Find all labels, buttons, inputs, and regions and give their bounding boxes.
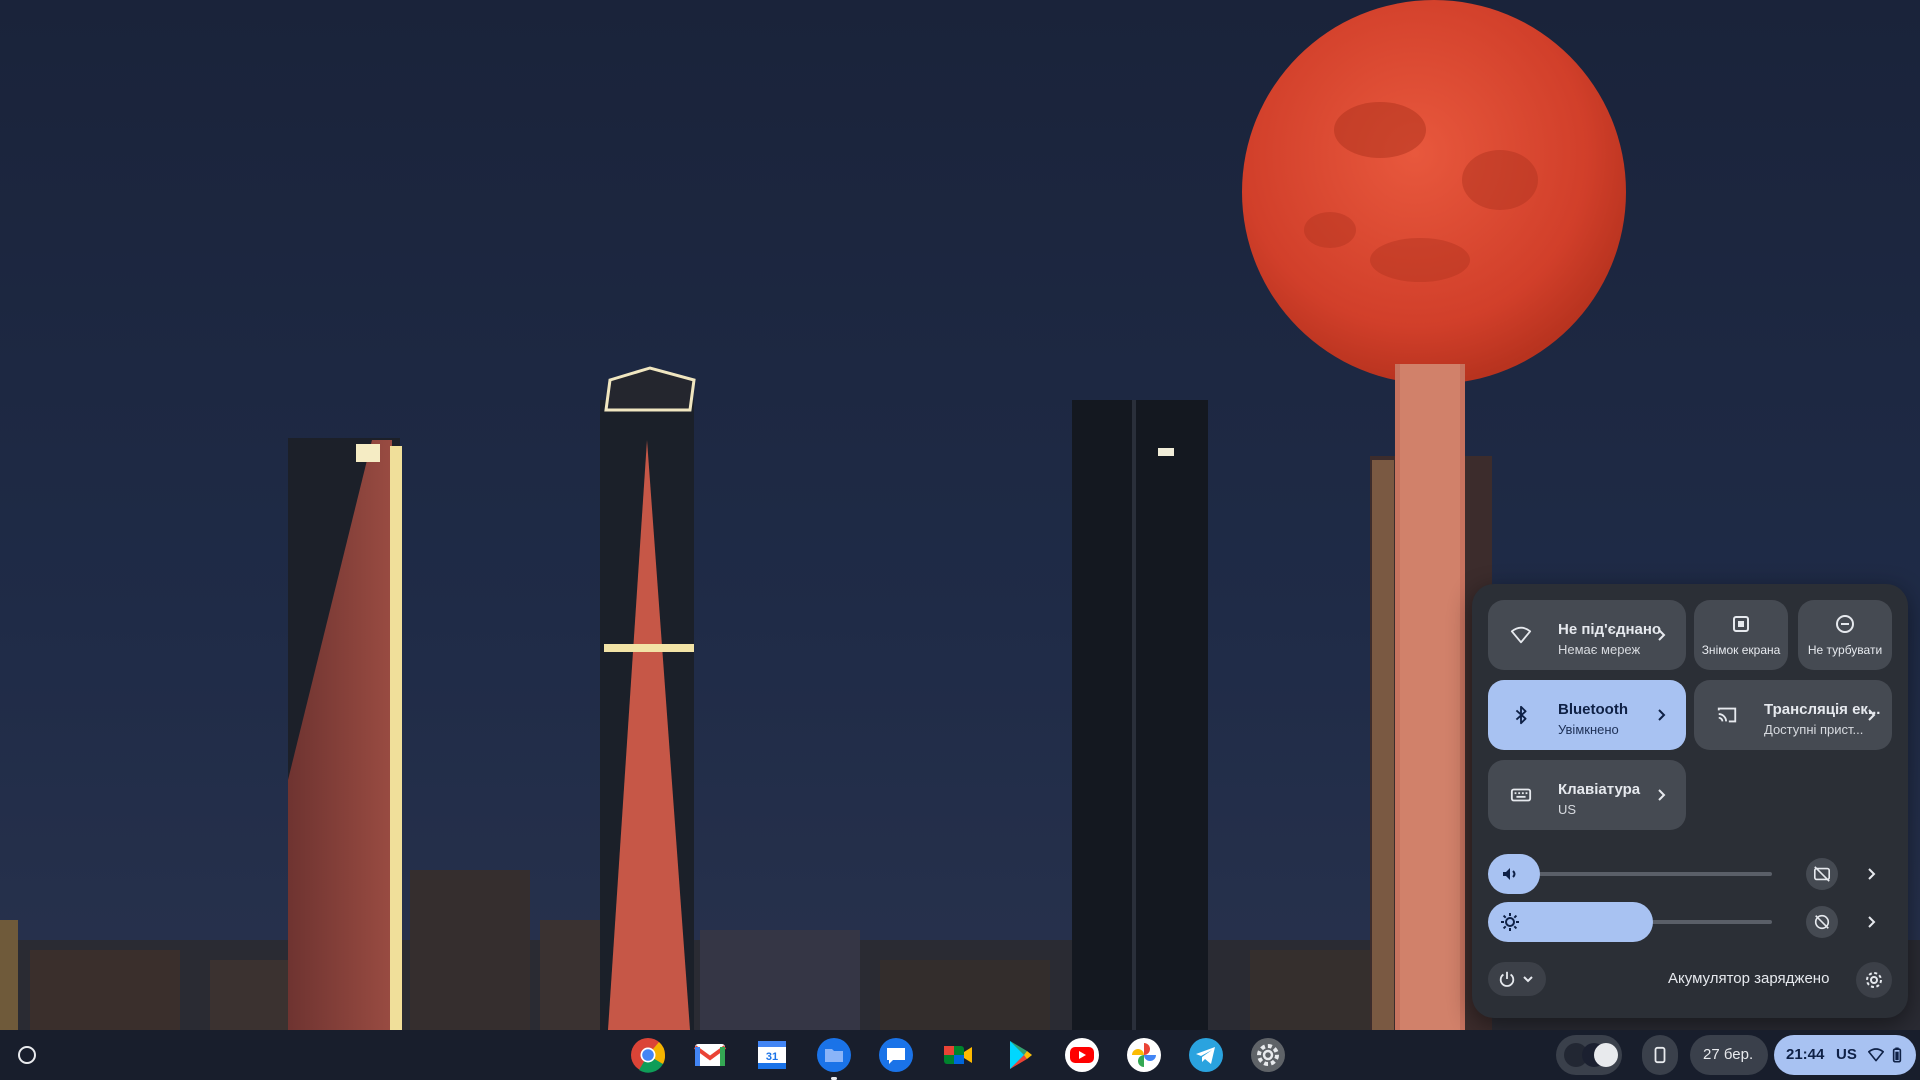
- date-tray[interactable]: 27 бер.: [1690, 1035, 1768, 1075]
- chevron-right-icon[interactable]: [1864, 867, 1878, 881]
- files-icon[interactable]: [816, 1037, 852, 1080]
- youtube-icon[interactable]: [1064, 1037, 1100, 1073]
- holding-space-tray[interactable]: [1556, 1035, 1622, 1075]
- brightness-slider[interactable]: [1488, 902, 1892, 942]
- chevron-right-icon[interactable]: [1654, 628, 1668, 642]
- settings-app-icon[interactable]: [1250, 1037, 1286, 1073]
- keyboard-tile[interactable]: Клавіатура US: [1488, 760, 1686, 830]
- bluetooth-icon: [1515, 705, 1527, 725]
- chevron-right-icon[interactable]: [1654, 708, 1668, 722]
- network-tile[interactable]: Не під'єднано Немає мереж: [1488, 600, 1686, 670]
- network-subtitle: Немає мереж: [1558, 642, 1641, 657]
- keyboard-subtitle: US: [1558, 802, 1577, 817]
- volume-slider[interactable]: [1488, 854, 1892, 894]
- status-area-button[interactable]: 21:44 US: [1774, 1035, 1916, 1075]
- network-title: Не під'єднано: [1558, 621, 1662, 638]
- brightness-fill[interactable]: [1488, 902, 1653, 942]
- bluetooth-title: Bluetooth: [1558, 701, 1628, 718]
- night-light-off-icon: [1814, 914, 1830, 930]
- chevron-right-icon[interactable]: [1864, 708, 1878, 722]
- do-not-disturb-label: Не турбувати: [1807, 643, 1883, 657]
- chevron-down-icon: [1523, 976, 1533, 983]
- screenshot-tile[interactable]: Знімок екрана: [1694, 600, 1788, 670]
- keyboard-icon: [1510, 788, 1532, 802]
- phone-hub-button[interactable]: [1642, 1035, 1678, 1075]
- wifi-off-icon: [1510, 626, 1532, 644]
- play-store-icon[interactable]: [1002, 1037, 1038, 1073]
- cast-icon: [1717, 707, 1737, 723]
- photos-icon[interactable]: [1126, 1037, 1162, 1073]
- svg-text:31: 31: [766, 1051, 778, 1063]
- bluetooth-tile[interactable]: Bluetooth Увімкнено: [1488, 680, 1686, 750]
- volume-fill[interactable]: [1488, 854, 1540, 894]
- gear-icon: [1866, 972, 1882, 988]
- keyboard-layout-label: US: [1836, 1046, 1857, 1063]
- calendar-icon[interactable]: 31: [754, 1037, 790, 1073]
- quick-settings-panel: Не під'єднано Немає мереж Знімок екрана …: [1472, 584, 1908, 1018]
- gmail-icon[interactable]: [692, 1037, 728, 1073]
- brightness-icon: [1501, 913, 1519, 931]
- messages-icon[interactable]: [878, 1037, 914, 1073]
- battery-icon: [1892, 1047, 1902, 1063]
- cast-title: Трансляція ек...: [1764, 701, 1881, 718]
- keyboard-title: Клавіатура: [1558, 781, 1641, 798]
- clock-label: 21:44: [1786, 1046, 1825, 1063]
- holding-space-thumb: [1594, 1043, 1618, 1067]
- telegram-icon[interactable]: [1188, 1037, 1224, 1073]
- cast-tile[interactable]: Трансляція ек... Доступні прист...: [1694, 680, 1892, 750]
- power-menu-button[interactable]: [1488, 962, 1546, 996]
- shelf: 31 27 бер. 21:44 US: [0, 1030, 1920, 1080]
- launcher-button[interactable]: [10, 1038, 44, 1072]
- chevron-right-icon[interactable]: [1654, 788, 1668, 802]
- cast-subtitle: Доступні прист...: [1764, 722, 1864, 737]
- night-light-button[interactable]: [1806, 906, 1838, 938]
- screen-capture-icon: [1733, 616, 1749, 632]
- battery-status: Акумулятор заряджено: [1668, 970, 1830, 987]
- live-caption-button[interactable]: [1806, 858, 1838, 890]
- do-not-disturb-icon: [1836, 615, 1854, 633]
- bluetooth-subtitle: Увімкнено: [1558, 722, 1619, 737]
- chevron-right-icon[interactable]: [1864, 915, 1878, 929]
- wifi-icon: [1868, 1048, 1884, 1062]
- do-not-disturb-tile[interactable]: Не турбувати: [1798, 600, 1892, 670]
- captions-off-icon: [1813, 866, 1831, 882]
- meet-icon[interactable]: [940, 1037, 976, 1073]
- settings-button[interactable]: [1856, 962, 1892, 998]
- launcher-icon: [18, 1046, 36, 1064]
- chrome-icon[interactable]: [630, 1037, 666, 1073]
- speaker-icon: [1503, 868, 1516, 880]
- phone-icon: [1654, 1046, 1666, 1064]
- screenshot-label: Знімок екрана: [1701, 643, 1781, 657]
- date-label: 27 бер.: [1703, 1046, 1754, 1063]
- power-icon: [1499, 971, 1515, 987]
